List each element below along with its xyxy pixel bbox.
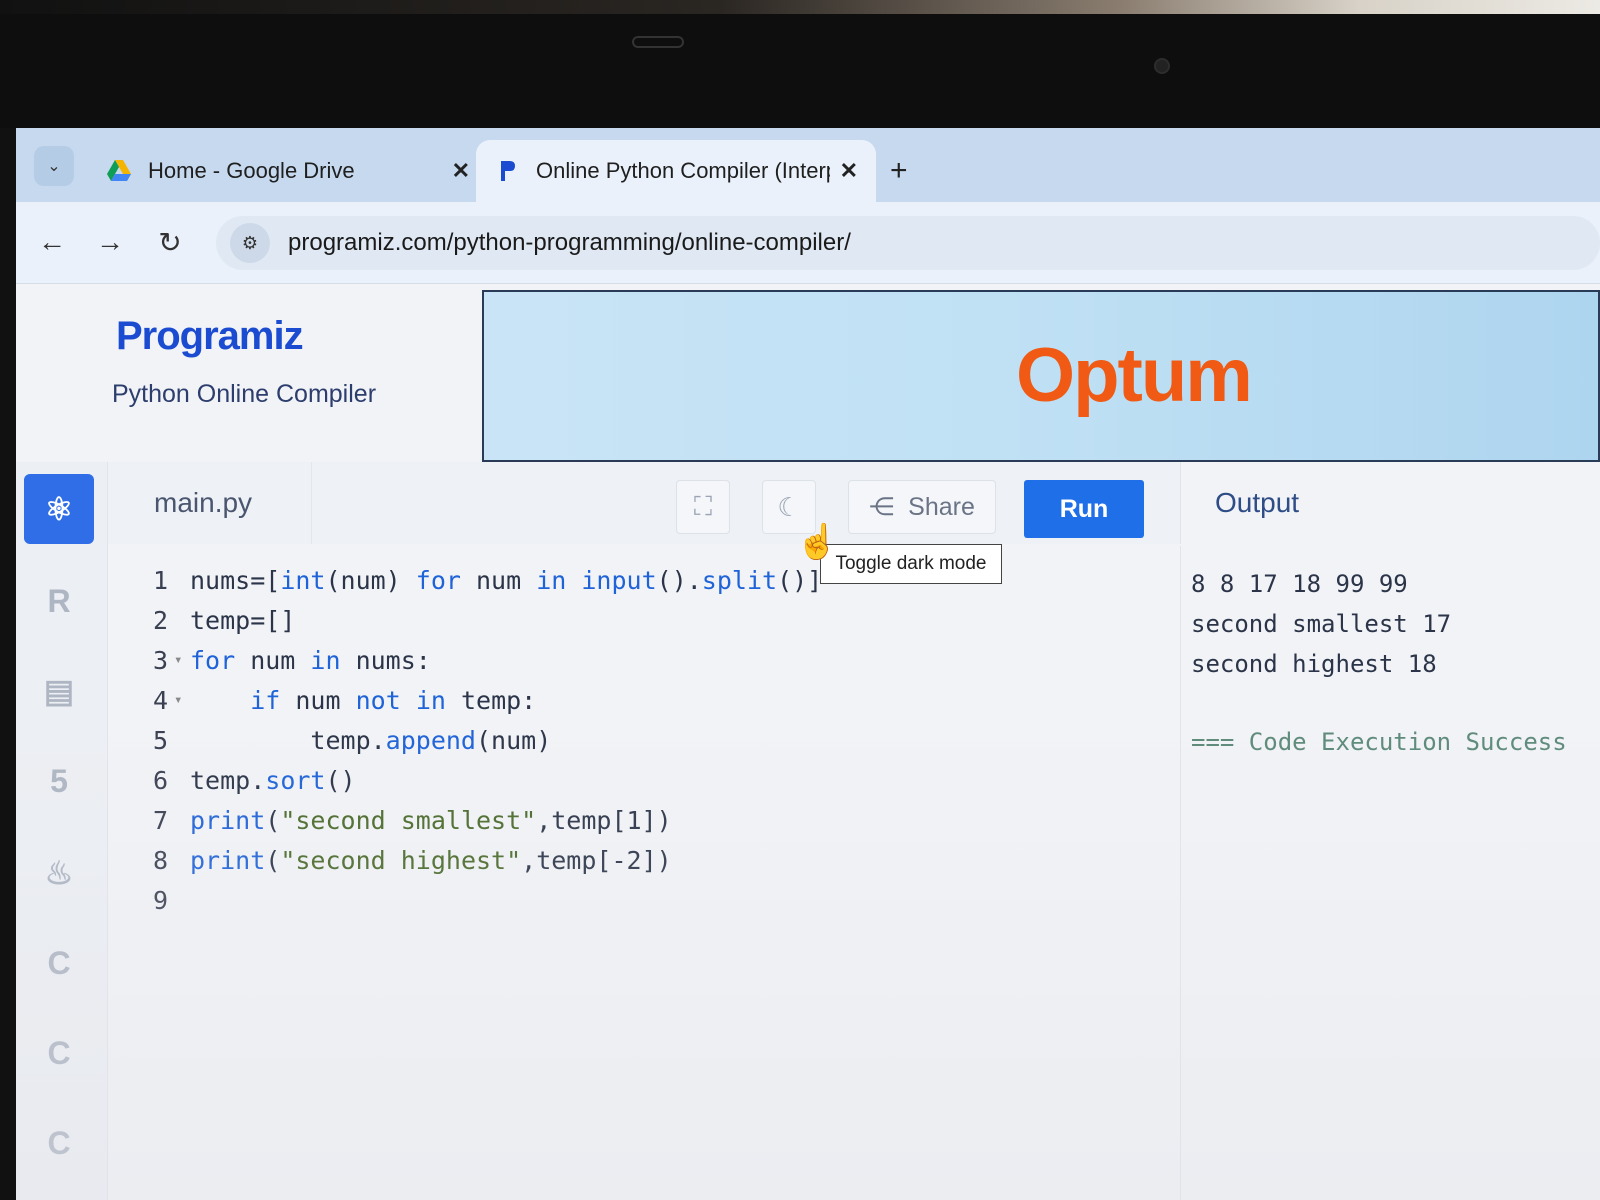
- line-number: 5: [152, 725, 168, 755]
- forward-button[interactable]: →: [90, 222, 130, 262]
- execution-status: === Code Execution Success: [1191, 728, 1567, 756]
- laptop-bezel-left: [0, 128, 16, 1200]
- new-tab-button[interactable]: +: [890, 154, 908, 188]
- background-photo-strip: [0, 0, 1600, 14]
- tab-google-drive[interactable]: Home - Google Drive ✕: [88, 140, 488, 202]
- bezel-hinge: [632, 36, 684, 48]
- code-line[interactable]: 2 temp=[]: [108, 600, 1180, 640]
- html-icon[interactable]: 5: [24, 746, 94, 816]
- c-icon[interactable]: C: [24, 928, 94, 998]
- code-text: print("second highest",temp[-2]): [190, 845, 672, 875]
- site-info-icon[interactable]: ⚙: [230, 223, 270, 263]
- code-text: nums=[int(num) for num in input().split(…: [190, 565, 823, 595]
- ad-brand-logo: Optum: [1016, 333, 1253, 418]
- share-button[interactable]: ⋲ Share: [848, 480, 996, 534]
- code-text: temp.sort(): [190, 765, 356, 795]
- code-line[interactable]: 8 print("second highest",temp[-2]): [108, 840, 1180, 880]
- code-line[interactable]: 1 nums=[int(num) for num in input().split…: [108, 560, 1180, 600]
- reload-button[interactable]: ↻: [150, 222, 190, 262]
- sql-icon[interactable]: ▤: [24, 656, 94, 726]
- tab-title: Home - Google Drive: [148, 158, 355, 183]
- share-label: Share: [908, 492, 975, 521]
- code-editor[interactable]: 1 nums=[int(num) for num in input().split…: [108, 546, 1180, 1200]
- tab-python-compiler[interactable]: Online Python Compiler (Interp ✕: [476, 140, 876, 202]
- back-button[interactable]: ←: [32, 222, 72, 262]
- code-text: for num in nums:: [190, 645, 431, 675]
- tab-title: Online Python Compiler (Interp: [536, 158, 830, 183]
- fold-toggle[interactable]: ▾: [168, 652, 190, 668]
- cpp-icon[interactable]: C: [24, 1018, 94, 1088]
- close-icon[interactable]: ✕: [452, 158, 470, 184]
- hand-cursor-icon: ☝: [796, 523, 839, 561]
- ad-banner[interactable]: Optum: [482, 290, 1600, 462]
- code-text: temp=[]: [190, 605, 296, 635]
- line-number: 7: [152, 805, 168, 835]
- share-icon: ⋲: [869, 493, 895, 521]
- code-line[interactable]: 9: [108, 880, 1180, 920]
- output-line: second highest 18: [1191, 650, 1437, 678]
- programiz-icon: [494, 158, 520, 184]
- run-button[interactable]: Run: [1024, 480, 1144, 538]
- arrow-left-icon: ←: [38, 226, 66, 257]
- language-sidebar: ⚛ R ▤ 5 ♨ C C C: [16, 462, 108, 1200]
- tooltip: Toggle dark mode: [820, 544, 1002, 584]
- code-text: if num not in temp:: [250, 685, 537, 715]
- fullscreen-icon: ⛶: [693, 491, 713, 521]
- close-icon[interactable]: ✕: [840, 158, 858, 184]
- chevron-down-icon: ⌄: [47, 158, 61, 175]
- tab-search-button[interactable]: ⌄: [34, 146, 74, 186]
- line-number: 9: [152, 885, 168, 915]
- arrow-right-icon: →: [96, 226, 124, 257]
- code-line[interactable]: 7 print("second smallest",temp[1]): [108, 800, 1180, 840]
- java-icon[interactable]: ♨: [24, 838, 94, 908]
- file-tab-main-py[interactable]: main.py: [108, 462, 312, 544]
- output-title: Output: [1180, 462, 1600, 544]
- code-line[interactable]: 4 ▾ if num not in temp:: [108, 680, 1180, 720]
- output-line: second smallest 17: [1191, 610, 1452, 638]
- code-line[interactable]: 3 ▾ for num in nums:: [108, 640, 1180, 680]
- code-text: print("second smallest",temp[1]): [190, 805, 672, 835]
- r-icon[interactable]: R: [24, 566, 94, 636]
- line-number: 1: [152, 565, 168, 595]
- output-line: 8 8 17 18 99 99: [1191, 570, 1408, 598]
- line-number: 4: [152, 685, 168, 715]
- tab-strip: ⌄ Home - Google Drive ✕ Online Python Co…: [16, 128, 1600, 202]
- editor-header: main.py ⛶ ☾ ⋲ Share Run: [108, 462, 1180, 544]
- url-text: programiz.com/python-programming/online-…: [288, 229, 851, 256]
- code-line[interactable]: 6 temp.sort(): [108, 760, 1180, 800]
- browser-toolbar: ← → ↻ ⚙ programiz.com/python-programming…: [16, 202, 1600, 284]
- laptop-bezel-top: [0, 0, 1600, 128]
- code-text: temp.append(num): [190, 725, 552, 755]
- line-number: 3: [152, 645, 168, 675]
- fullscreen-button[interactable]: ⛶: [676, 480, 730, 534]
- csharp-icon[interactable]: C: [24, 1108, 94, 1178]
- programiz-logo[interactable]: Programiz: [116, 314, 304, 359]
- google-drive-icon: [106, 158, 132, 184]
- reload-icon: ↻: [158, 226, 182, 258]
- screen: ⌄ Home - Google Drive ✕ Online Python Co…: [16, 128, 1600, 1200]
- python-icon[interactable]: ⚛: [24, 474, 94, 544]
- fold-toggle[interactable]: ▾: [168, 692, 190, 708]
- output-panel: 8 8 17 18 99 99 second smallest 17 secon…: [1180, 546, 1600, 1200]
- address-bar[interactable]: ⚙ programiz.com/python-programming/onlin…: [216, 216, 1600, 270]
- line-number: 2: [152, 605, 168, 635]
- moon-icon: ☾: [777, 491, 801, 522]
- line-number: 8: [152, 845, 168, 875]
- page-subtitle: Python Online Compiler: [112, 380, 377, 408]
- line-number: 6: [152, 765, 168, 795]
- code-line[interactable]: 5 temp.append(num): [108, 720, 1180, 760]
- page-content: Programiz Python Online Compiler Optum ⚛…: [16, 284, 1600, 1200]
- webcam: [1154, 58, 1170, 74]
